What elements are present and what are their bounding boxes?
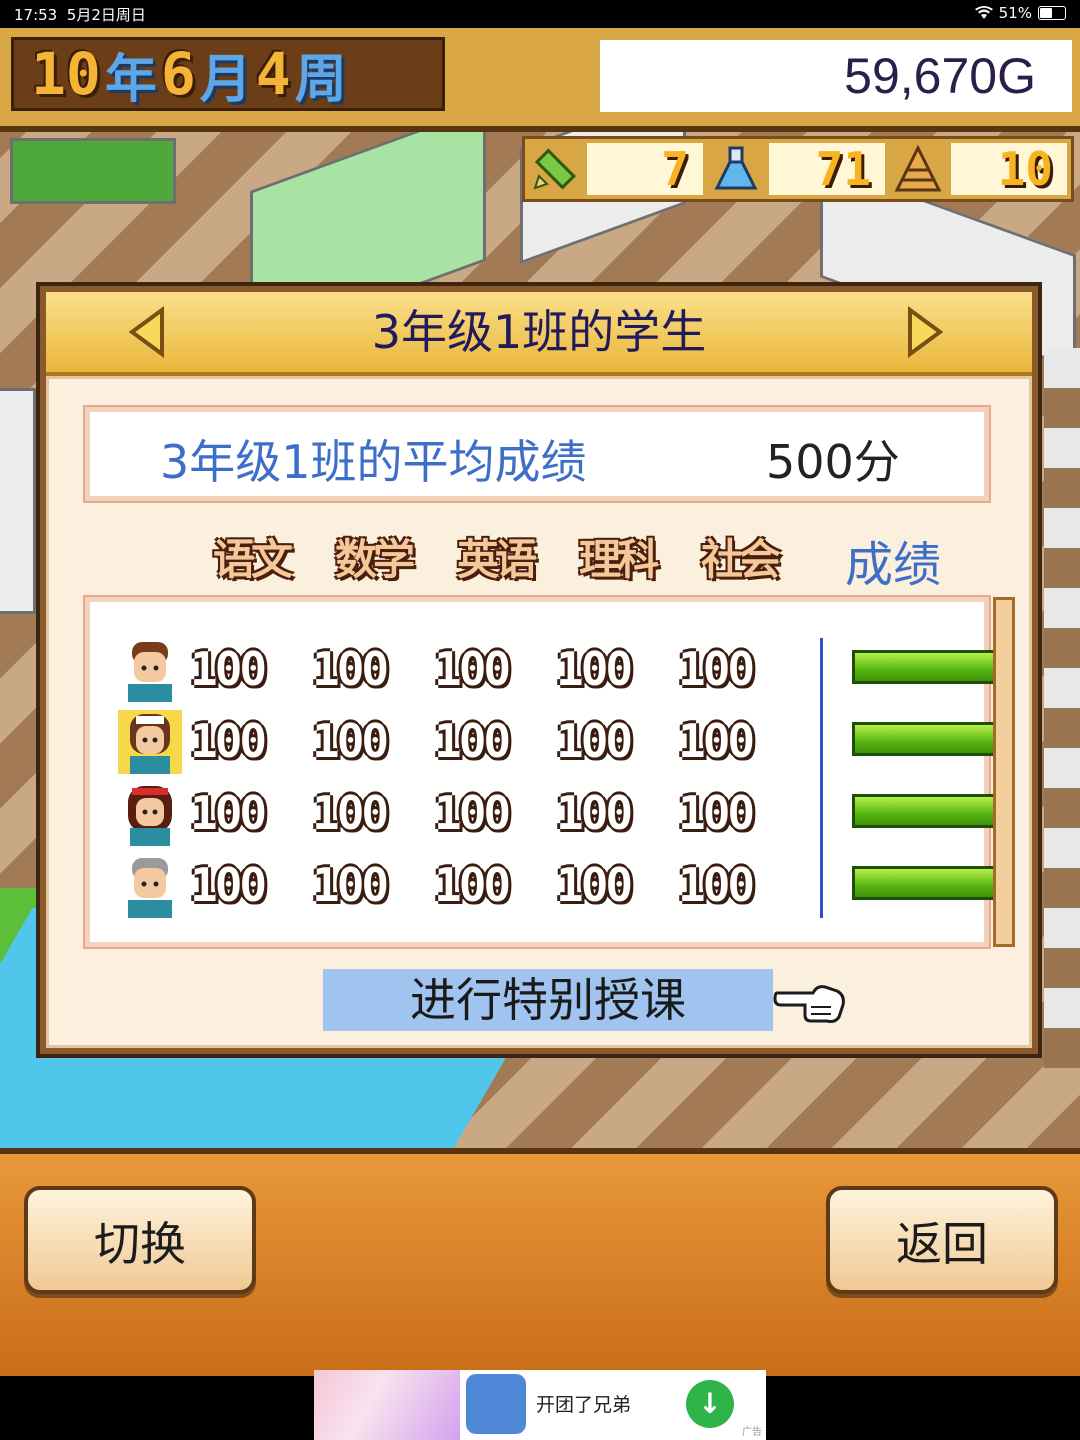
year-number: 10	[31, 40, 101, 108]
panel-header: 3年级1班的学生	[46, 292, 1032, 376]
score-math: 100	[312, 642, 389, 696]
score-science: 100	[556, 642, 633, 696]
status-bar: 17:53 5月2日周日 51%	[0, 0, 1080, 28]
class-students-panel: 3年级1班的学生 3年级1班的平均成绩 500分 语文 数学 英语 理科 社会 …	[36, 282, 1042, 1058]
score-english: 100	[434, 786, 511, 840]
score-math: 100	[312, 714, 389, 768]
score-english: 100	[434, 642, 511, 696]
bottom-bar: 切换 返回	[0, 1148, 1080, 1376]
pencil-icon	[525, 142, 583, 196]
hedge-garden[interactable]	[10, 138, 176, 204]
student-avatar-icon	[128, 642, 172, 702]
pyramid-points: 10	[951, 143, 1067, 195]
average-label: 3年级1班的平均成绩	[160, 435, 587, 489]
status-date: 5月2日周日	[66, 6, 146, 24]
research-points-bar: 7 71 10	[522, 136, 1074, 202]
calendar-display: 10 年 6 月 4 周	[8, 34, 448, 114]
student-row[interactable]: 100 100 100 100 100	[118, 780, 1004, 846]
prev-class-arrow-icon[interactable]	[128, 306, 168, 358]
week-unit: 周	[294, 49, 347, 110]
student-row[interactable]: 100 100 100 100 100	[118, 636, 1004, 702]
grade-bar	[852, 866, 1004, 900]
grade-bar	[852, 650, 1004, 684]
score-math: 100	[312, 786, 389, 840]
flask-icon	[707, 142, 765, 196]
panel-body: 3年级1班的平均成绩 500分 语文 数学 英语 理科 社会 成绩 100 10…	[46, 376, 1032, 1048]
student-avatar-icon	[128, 858, 172, 918]
grade-bar	[852, 794, 1004, 828]
score-social: 100	[678, 786, 755, 840]
status-time: 17:53	[14, 6, 58, 24]
download-icon[interactable]: ↓	[686, 1380, 734, 1428]
score-social: 100	[678, 642, 755, 696]
subject-headers: 语文 数学 英语 理科 社会 成绩	[213, 525, 941, 595]
student-list[interactable]: 100 100 100 100 100 100 100 100 100 100 …	[83, 595, 1004, 949]
grade-bar	[852, 722, 1004, 756]
week-number: 4	[255, 40, 291, 108]
average-score-box: 3年级1班的平均成绩 500分	[83, 405, 991, 503]
average-value: 500分	[766, 435, 900, 489]
flask-points: 71	[769, 143, 885, 195]
score-chinese: 100	[190, 858, 267, 912]
subject-math: 数学	[335, 535, 415, 584]
ad-banner[interactable]: 开团了兄弟 ↓ 广告	[314, 1370, 766, 1440]
month-unit: 月	[199, 49, 252, 110]
score-social: 100	[678, 714, 755, 768]
year-unit: 年	[104, 49, 157, 110]
score-english: 100	[434, 858, 511, 912]
right-buildings	[1044, 348, 1080, 1068]
battery-icon	[1038, 6, 1066, 20]
money-display: 59,670G	[600, 40, 1072, 112]
ad-tag: 广告	[742, 1427, 762, 1438]
back-button[interactable]: 返回	[826, 1186, 1058, 1294]
panel-title: 3年级1班的学生	[371, 305, 707, 359]
next-class-arrow-icon[interactable]	[904, 306, 944, 358]
score-science: 100	[556, 858, 633, 912]
ad-text: 开团了兄弟	[536, 1394, 632, 1416]
score-social: 100	[678, 858, 755, 912]
switch-button[interactable]: 切换	[24, 1186, 256, 1294]
wifi-icon	[974, 6, 993, 19]
battery-percent: 51%	[998, 4, 1032, 22]
ad-thumbnail	[314, 1370, 460, 1440]
subject-english: 英语	[457, 535, 537, 584]
score-science: 100	[556, 714, 633, 768]
score-science: 100	[556, 786, 633, 840]
special-lesson-button[interactable]: 进行特别授课	[323, 969, 773, 1031]
score-chinese: 100	[190, 642, 267, 696]
subject-social: 社会	[701, 535, 781, 584]
ad-app-icon	[466, 1374, 526, 1434]
score-chinese: 100	[190, 714, 267, 768]
score-chinese: 100	[190, 786, 267, 840]
score-header: 成绩	[845, 537, 942, 593]
student-row[interactable]: 100 100 100 100 100	[118, 852, 1004, 918]
score-english: 100	[434, 714, 511, 768]
score-math: 100	[312, 858, 389, 912]
pointing-hand-icon	[773, 985, 845, 1023]
subject-chinese: 语文	[213, 535, 293, 584]
pencil-points: 7	[587, 143, 703, 195]
subject-science: 理科	[579, 535, 659, 584]
student-row[interactable]: 100 100 100 100 100	[118, 708, 1004, 774]
pyramid-icon	[889, 142, 947, 196]
student-avatar-icon	[128, 786, 172, 846]
top-bar: 10 年 6 月 4 周 59,670G	[0, 28, 1080, 132]
student-list-scrollbar[interactable]	[993, 597, 1015, 947]
student-avatar-icon	[118, 710, 182, 774]
side-building[interactable]	[0, 388, 36, 614]
month-number: 6	[160, 40, 196, 108]
